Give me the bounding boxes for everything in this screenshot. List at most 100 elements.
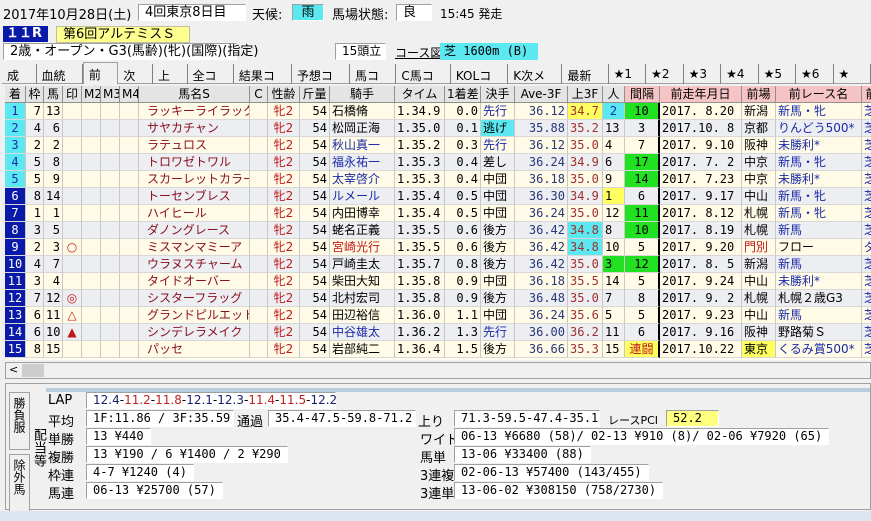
table-row[interactable]: 8 3 5 ダノングレース 牝2 54 蛯名正義 1.35.5 0.6 後方 36.42 34.8 8 1… [5, 222, 871, 239]
table-row[interactable]: 2 4 6 サヤカチャン 牝2 54 松岡正海 1.35.0 0.1 逃げ 35.88 35.2 13 3… [5, 120, 871, 137]
cell-empty [82, 222, 101, 239]
cell-jockey: 松岡正海 [330, 120, 395, 137]
cell-pcourse: 芝 [862, 205, 871, 222]
tab-10[interactable]: KOLコメ [451, 64, 509, 100]
scroll-left-icon[interactable]: < [9, 363, 18, 376]
tab-12[interactable]: 最新成 [562, 64, 609, 100]
tab-13[interactable]: ★1 [609, 64, 647, 84]
cell-prace: 未勝利* [776, 273, 862, 290]
cell-pos: 6 [5, 188, 26, 205]
cell-pcourse: 芝 [862, 307, 871, 324]
cell-time: 1.36.4 [395, 341, 445, 358]
table-row[interactable]: 14 6 10 ▲ シンデレラメイク 牝2 54 中谷雄太 1.36.2 1.3 先行 36.00 36… [5, 324, 871, 341]
col-header-2[interactable]: 馬 [44, 86, 63, 103]
col-header-22[interactable]: 前 [862, 86, 871, 103]
table-row[interactable]: 6 8 14 トーセンブレス 牝2 54 ルメール 1.35.4 0.5 中団 36.30 34.9 1… [5, 188, 871, 205]
col-header-9[interactable]: 性齢 [268, 86, 300, 103]
col-header-16[interactable]: 上3F [568, 86, 603, 103]
col-header-14[interactable]: 決手 [481, 86, 515, 103]
cell-prace: 未勝利* [776, 137, 862, 154]
col-header-21[interactable]: 前レース名 [776, 86, 862, 103]
cell-mark [63, 154, 82, 171]
cell-ave: 35.88 [515, 120, 568, 137]
table-row[interactable]: 9 2 3 ○ ミスマンマミーア 牝2 54 宮崎光行 1.35.5 0.6 後方 36.42 34.8… [5, 239, 871, 256]
col-header-10[interactable]: 斤量 [300, 86, 330, 103]
cell-sex: 牝2 [268, 171, 300, 188]
tab-15[interactable]: ★3 [684, 64, 722, 84]
tab-racing-colors[interactable]: 勝負服 [9, 392, 30, 450]
cell-num: 6 [44, 120, 63, 137]
col-header-17[interactable]: 人 [603, 86, 625, 103]
cell-empty [250, 239, 268, 256]
cell-pplace: 中山 [742, 307, 776, 324]
cell-l3f: 35.0 [568, 205, 603, 222]
runners-count: 15頭立 [335, 43, 386, 60]
tab-7[interactable]: 予想コメ [292, 64, 350, 100]
cell-pdate: 2017. 9.23 [660, 307, 742, 324]
tab-18[interactable]: ★6 [796, 64, 834, 84]
weather-field: 雨 [292, 4, 324, 21]
table-row[interactable]: 1 7 13 ラッキーライラック 牝2 54 石橋脩 1.34.9 0.0 先行 36.12 34.7… [5, 103, 871, 120]
col-header-1[interactable]: 枠 [26, 86, 44, 103]
tab-0[interactable]: 成績 [2, 64, 37, 100]
col-header-8[interactable]: C [250, 86, 268, 103]
tab-scratched[interactable]: 除外馬 [9, 454, 30, 512]
cell-sex: 牝2 [268, 256, 300, 273]
tab-2[interactable]: 前走 [82, 62, 119, 99]
tab-4[interactable]: 上り [153, 64, 188, 100]
table-row[interactable]: 11 3 4 タイドオーバー 牝2 54 柴田大知 1.35.8 0.9 中団 36.18 35.5 1… [5, 273, 871, 290]
col-header-12[interactable]: タイム [395, 86, 445, 103]
col-header-5[interactable]: M3 [101, 86, 120, 103]
cell-ave: 36.12 [515, 137, 568, 154]
table-row[interactable]: 13 6 11 △ グランドピルエット 牝2 54 田辺裕信 1.36.0 1.1 中団 36.24 3… [5, 307, 871, 324]
tab-11[interactable]: K次メモ [508, 64, 563, 100]
cell-int: 10 [625, 222, 660, 239]
table-row[interactable]: 7 1 1 ハイヒール 牝2 54 内田博幸 1.35.4 0.5 中団 36.24 35.0 12 11… [5, 205, 871, 222]
lap-time: 12.3 [217, 393, 244, 407]
table-row[interactable]: 15 8 15 パッセ 牝2 54 岩部純二 1.36.4 1.5 後方 36.66 35.3 15 連闘… [5, 341, 871, 358]
col-header-0[interactable]: 着 [5, 86, 26, 103]
tab-6[interactable]: 結果コメ [234, 64, 292, 100]
col-header-6[interactable]: M4 [120, 86, 139, 103]
scroll-thumb[interactable] [22, 364, 44, 377]
tab-5[interactable]: 全コメ [188, 64, 234, 100]
col-header-4[interactable]: M2 [82, 86, 101, 103]
col-header-13[interactable]: 1着差 [445, 86, 481, 103]
col-header-7[interactable]: 馬名S [139, 86, 250, 103]
avg-field: 1F:11.86 / 3F:35.59 [86, 410, 234, 427]
cell-num: 13 [44, 103, 63, 120]
table-row[interactable]: 10 4 7 ウラヌスチャーム 牝2 54 戸崎圭太 1.35.7 0.8 後方 36.42 35.0… [5, 256, 871, 273]
table-row[interactable]: 5 5 9 スカーレットカラー 牝2 54 太宰啓介 1.35.3 0.4 中団 36.18 35.0… [5, 171, 871, 188]
cell-ave: 36.66 [515, 341, 568, 358]
cell-waku: 1 [26, 205, 44, 222]
tab-17[interactable]: ★5 [759, 64, 797, 84]
payout-label: 複勝 [48, 451, 75, 466]
table-row[interactable]: 12 7 12 ◎ シスターフラッグ 牝2 54 北村宏司 1.35.8 0.9 後方 36.48 35… [5, 290, 871, 307]
cell-pop: 15 [603, 341, 625, 358]
cell-empty [120, 154, 139, 171]
tab-14[interactable]: ★2 [646, 64, 684, 84]
col-header-11[interactable]: 騎手 [330, 86, 395, 103]
col-header-20[interactable]: 前場 [742, 86, 776, 103]
cell-pop: 5 [603, 307, 625, 324]
tab-16[interactable]: ★4 [721, 64, 759, 84]
cell-pcourse: 芝 [862, 188, 871, 205]
post-time: 15:45 発走 [440, 7, 503, 21]
col-header-19[interactable]: 前走年月日 [660, 86, 742, 103]
tab-8[interactable]: 馬コメ [350, 64, 397, 100]
tab-1[interactable]: 血統他 [37, 64, 83, 100]
tab-9[interactable]: C馬コメ [396, 64, 451, 100]
cell-prace: 未勝利* [776, 171, 862, 188]
cell-prace: 野路菊Ｓ [776, 324, 862, 341]
course-map-link[interactable]: コース図 [395, 44, 442, 61]
col-header-18[interactable]: 間隔 [625, 86, 660, 103]
col-header-15[interactable]: Ave-3F [515, 86, 568, 103]
table-row[interactable]: 4 5 8 トロワゼトワル 牝2 54 福永祐一 1.35.3 0.4 差し 36.24 34.9 6 1… [5, 154, 871, 171]
cell-pplace: 中京 [742, 171, 776, 188]
col-header-3[interactable]: 印 [63, 86, 82, 103]
table-row[interactable]: 3 2 2 ラテュロス 牝2 54 秋山真一 1.35.2 0.3 先行 36.12 35.0 4 7 20… [5, 137, 871, 154]
tab-3[interactable]: 次走 [118, 64, 153, 100]
horizontal-scrollbar[interactable]: < [5, 362, 871, 379]
cell-empty [82, 307, 101, 324]
tab-19[interactable]: ★ [834, 64, 871, 84]
